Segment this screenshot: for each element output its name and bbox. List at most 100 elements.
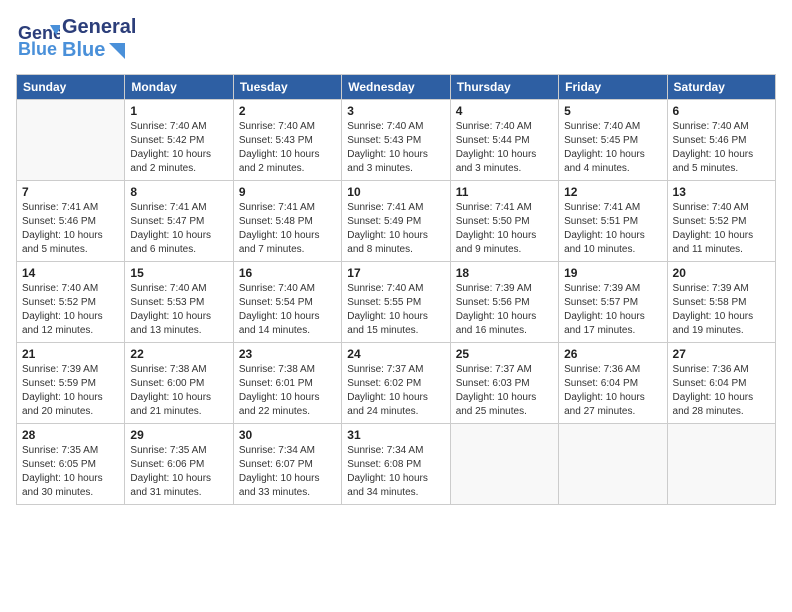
- calendar-cell: 13 Sunrise: 7:40 AM Sunset: 5:52 PM Dayli…: [667, 181, 775, 262]
- calendar-cell: 5 Sunrise: 7:40 AM Sunset: 5:45 PM Daylig…: [559, 100, 667, 181]
- page-header: General Blue General Blue: [16, 16, 776, 62]
- day-number: 30: [239, 428, 336, 442]
- day-info: Sunrise: 7:40 AM Sunset: 5:52 PM Dayligh…: [673, 201, 770, 257]
- logo: General Blue General Blue: [16, 16, 136, 62]
- logo-text-blue: Blue: [62, 39, 105, 62]
- day-number: 7: [22, 185, 119, 199]
- day-info: Sunrise: 7:40 AM Sunset: 5:55 PM Dayligh…: [347, 282, 444, 338]
- day-number: 26: [564, 347, 661, 361]
- day-number: 28: [22, 428, 119, 442]
- day-info: Sunrise: 7:39 AM Sunset: 5:56 PM Dayligh…: [456, 282, 553, 338]
- day-number: 25: [456, 347, 553, 361]
- day-of-week-header: Thursday: [450, 75, 558, 100]
- calendar-cell: 8 Sunrise: 7:41 AM Sunset: 5:47 PM Daylig…: [125, 181, 233, 262]
- logo-arrow-icon: [107, 41, 127, 61]
- logo-text-general: General: [62, 16, 136, 39]
- day-number: 19: [564, 266, 661, 280]
- calendar-cell: 23 Sunrise: 7:38 AM Sunset: 6:01 PM Dayli…: [233, 343, 341, 424]
- day-info: Sunrise: 7:41 AM Sunset: 5:49 PM Dayligh…: [347, 201, 444, 257]
- calendar-week-row: 1 Sunrise: 7:40 AM Sunset: 5:42 PM Daylig…: [17, 100, 776, 181]
- day-number: 11: [456, 185, 553, 199]
- day-info: Sunrise: 7:40 AM Sunset: 5:45 PM Dayligh…: [564, 120, 661, 176]
- calendar-cell: 15 Sunrise: 7:40 AM Sunset: 5:53 PM Dayli…: [125, 262, 233, 343]
- calendar-cell: [450, 424, 558, 505]
- calendar-header-row: SundayMondayTuesdayWednesdayThursdayFrid…: [17, 75, 776, 100]
- calendar-cell: 27Sunrise: 7:36 AM Sunset: 6:04 PM Dayli…: [667, 343, 775, 424]
- day-info: Sunrise: 7:34 AM Sunset: 6:08 PM Dayligh…: [347, 444, 444, 500]
- day-number: 2: [239, 104, 336, 118]
- day-info: Sunrise: 7:41 AM Sunset: 5:50 PM Dayligh…: [456, 201, 553, 257]
- day-number: 15: [130, 266, 227, 280]
- day-number: 3: [347, 104, 444, 118]
- calendar-cell: 24 Sunrise: 7:37 AM Sunset: 6:02 PM Dayli…: [342, 343, 450, 424]
- calendar-cell: 25Sunrise: 7:37 AM Sunset: 6:03 PM Dayli…: [450, 343, 558, 424]
- calendar-cell: 6 Sunrise: 7:40 AM Sunset: 5:46 PM Daylig…: [667, 100, 775, 181]
- day-info: Sunrise: 7:41 AM Sunset: 5:47 PM Dayligh…: [130, 201, 227, 257]
- calendar-cell: 20 Sunrise: 7:39 AM Sunset: 5:58 PM Dayli…: [667, 262, 775, 343]
- calendar-cell: 7 Sunrise: 7:41 AM Sunset: 5:46 PM Daylig…: [17, 181, 125, 262]
- day-number: 22: [130, 347, 227, 361]
- day-of-week-header: Friday: [559, 75, 667, 100]
- day-number: 1: [130, 104, 227, 118]
- calendar-cell: 12 Sunrise: 7:41 AM Sunset: 5:51 PM Dayli…: [559, 181, 667, 262]
- day-number: 4: [456, 104, 553, 118]
- day-info: Sunrise: 7:35 AM Sunset: 6:05 PM Dayligh…: [22, 444, 119, 500]
- calendar-cell: 19Sunrise: 7:39 AM Sunset: 5:57 PM Dayli…: [559, 262, 667, 343]
- calendar-cell: 14Sunrise: 7:40 AM Sunset: 5:52 PM Dayli…: [17, 262, 125, 343]
- day-info: Sunrise: 7:37 AM Sunset: 6:02 PM Dayligh…: [347, 363, 444, 419]
- day-info: Sunrise: 7:41 AM Sunset: 5:46 PM Dayligh…: [22, 201, 119, 257]
- day-number: 18: [456, 266, 553, 280]
- calendar-week-row: 21Sunrise: 7:39 AM Sunset: 5:59 PM Dayli…: [17, 343, 776, 424]
- day-info: Sunrise: 7:40 AM Sunset: 5:44 PM Dayligh…: [456, 120, 553, 176]
- calendar-cell: 10 Sunrise: 7:41 AM Sunset: 5:49 PM Dayli…: [342, 181, 450, 262]
- day-info: Sunrise: 7:38 AM Sunset: 6:01 PM Dayligh…: [239, 363, 336, 419]
- day-number: 23: [239, 347, 336, 361]
- calendar-week-row: 7 Sunrise: 7:41 AM Sunset: 5:46 PM Daylig…: [17, 181, 776, 262]
- day-info: Sunrise: 7:40 AM Sunset: 5:46 PM Dayligh…: [673, 120, 770, 176]
- day-number: 8: [130, 185, 227, 199]
- calendar-cell: 9Sunrise: 7:41 AM Sunset: 5:48 PM Daylig…: [233, 181, 341, 262]
- day-info: Sunrise: 7:40 AM Sunset: 5:43 PM Dayligh…: [347, 120, 444, 176]
- logo-icon: General Blue: [16, 17, 60, 61]
- calendar-cell: 4 Sunrise: 7:40 AM Sunset: 5:44 PM Daylig…: [450, 100, 558, 181]
- day-info: Sunrise: 7:41 AM Sunset: 5:51 PM Dayligh…: [564, 201, 661, 257]
- day-info: Sunrise: 7:40 AM Sunset: 5:54 PM Dayligh…: [239, 282, 336, 338]
- day-of-week-header: Monday: [125, 75, 233, 100]
- calendar-cell: 17Sunrise: 7:40 AM Sunset: 5:55 PM Dayli…: [342, 262, 450, 343]
- day-number: 12: [564, 185, 661, 199]
- day-info: Sunrise: 7:34 AM Sunset: 6:07 PM Dayligh…: [239, 444, 336, 500]
- day-number: 20: [673, 266, 770, 280]
- day-number: 16: [239, 266, 336, 280]
- day-number: 10: [347, 185, 444, 199]
- calendar-cell: 31Sunrise: 7:34 AM Sunset: 6:08 PM Dayli…: [342, 424, 450, 505]
- day-number: 24: [347, 347, 444, 361]
- day-number: 13: [673, 185, 770, 199]
- day-info: Sunrise: 7:40 AM Sunset: 5:53 PM Dayligh…: [130, 282, 227, 338]
- calendar-cell: 18 Sunrise: 7:39 AM Sunset: 5:56 PM Dayli…: [450, 262, 558, 343]
- day-number: 5: [564, 104, 661, 118]
- calendar-cell: 28 Sunrise: 7:35 AM Sunset: 6:05 PM Dayli…: [17, 424, 125, 505]
- calendar-cell: 3 Sunrise: 7:40 AM Sunset: 5:43 PM Daylig…: [342, 100, 450, 181]
- day-info: Sunrise: 7:39 AM Sunset: 5:58 PM Dayligh…: [673, 282, 770, 338]
- calendar-cell: 22 Sunrise: 7:38 AM Sunset: 6:00 PM Dayli…: [125, 343, 233, 424]
- calendar-cell: 26 Sunrise: 7:36 AM Sunset: 6:04 PM Dayli…: [559, 343, 667, 424]
- calendar-cell: [559, 424, 667, 505]
- calendar-cell: 29Sunrise: 7:35 AM Sunset: 6:06 PM Dayli…: [125, 424, 233, 505]
- calendar-cell: [17, 100, 125, 181]
- calendar-cell: [667, 424, 775, 505]
- calendar-cell: 21Sunrise: 7:39 AM Sunset: 5:59 PM Dayli…: [17, 343, 125, 424]
- calendar-week-row: 28 Sunrise: 7:35 AM Sunset: 6:05 PM Dayli…: [17, 424, 776, 505]
- day-number: 6: [673, 104, 770, 118]
- calendar-cell: 16 Sunrise: 7:40 AM Sunset: 5:54 PM Dayli…: [233, 262, 341, 343]
- day-info: Sunrise: 7:40 AM Sunset: 5:42 PM Dayligh…: [130, 120, 227, 176]
- calendar-cell: 2Sunrise: 7:40 AM Sunset: 5:43 PM Daylig…: [233, 100, 341, 181]
- day-info: Sunrise: 7:38 AM Sunset: 6:00 PM Dayligh…: [130, 363, 227, 419]
- day-of-week-header: Wednesday: [342, 75, 450, 100]
- calendar-cell: 11 Sunrise: 7:41 AM Sunset: 5:50 PM Dayli…: [450, 181, 558, 262]
- svg-text:Blue: Blue: [18, 39, 57, 59]
- day-info: Sunrise: 7:36 AM Sunset: 6:04 PM Dayligh…: [673, 363, 770, 419]
- calendar-week-row: 14Sunrise: 7:40 AM Sunset: 5:52 PM Dayli…: [17, 262, 776, 343]
- calendar-table: SundayMondayTuesdayWednesdayThursdayFrid…: [16, 74, 776, 505]
- day-info: Sunrise: 7:36 AM Sunset: 6:04 PM Dayligh…: [564, 363, 661, 419]
- day-of-week-header: Saturday: [667, 75, 775, 100]
